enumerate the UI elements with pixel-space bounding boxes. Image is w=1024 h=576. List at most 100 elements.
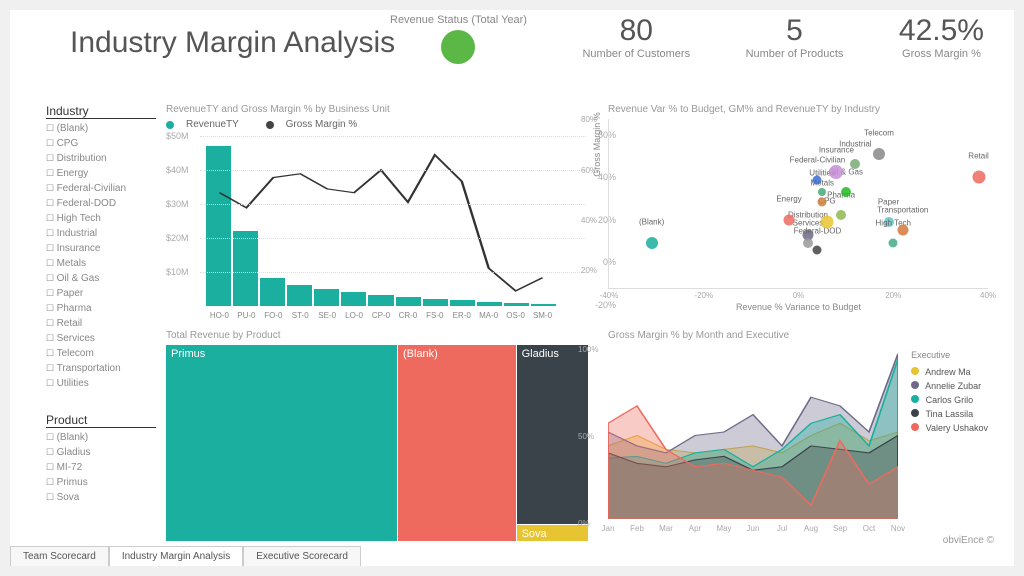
combo-x-label: FS-0 xyxy=(421,311,448,320)
scatter-point[interactable] xyxy=(873,148,885,160)
scatter-label: Retail xyxy=(968,151,988,160)
slicer-panel: Industry (Blank)CPGDistributionEnergyFed… xyxy=(46,104,156,505)
scatter-point[interactable] xyxy=(841,187,851,197)
scatter-label: (Blank) xyxy=(639,217,664,226)
slicer-industry-item[interactable]: Oil & Gas xyxy=(46,271,156,286)
combo-x-label: HO-0 xyxy=(206,311,233,320)
slicer-industry-item[interactable]: Services xyxy=(46,331,156,346)
area-legend-item[interactable]: Andrew Ma xyxy=(911,365,988,379)
scatter-point[interactable] xyxy=(972,171,985,184)
kpi-customers-value: 80 xyxy=(582,14,690,48)
slicer-industry[interactable]: Industry (Blank)CPGDistributionEnergyFed… xyxy=(46,104,156,391)
slicer-product-item[interactable]: Primus xyxy=(46,475,156,490)
slicer-industry-item[interactable]: Federal-DOD xyxy=(46,196,156,211)
slicer-product-item[interactable]: Gladius xyxy=(46,445,156,460)
status-indicator-icon xyxy=(441,30,475,64)
area-chart[interactable]: Gross Margin % by Month and Executive 10… xyxy=(608,330,988,540)
area-chart-title: Gross Margin % by Month and Executive xyxy=(608,330,988,341)
combo-x-label: LO-0 xyxy=(341,311,368,320)
combo-x-label: CR-0 xyxy=(394,311,421,320)
combo-x-label: ER-0 xyxy=(448,311,475,320)
slicer-product-item[interactable]: (Blank) xyxy=(46,430,156,445)
scatter-chart[interactable]: Revenue Var % to Budget, GM% and Revenue… xyxy=(608,104,988,314)
report-tab[interactable]: Industry Margin Analysis xyxy=(109,546,243,566)
report-canvas: Industry Margin Analysis Revenue Status … xyxy=(10,10,1014,566)
scatter-chart-title: Revenue Var % to Budget, GM% and Revenue… xyxy=(608,104,988,115)
page-title: Industry Margin Analysis xyxy=(70,26,395,60)
scatter-point[interactable] xyxy=(646,237,658,249)
slicer-product[interactable]: Product (Blank)GladiusMI-72PrimusSova xyxy=(46,413,156,505)
scatter-label: Federal-Civilian xyxy=(790,156,846,165)
combo-x-label: ST-0 xyxy=(287,311,314,320)
scatter-point[interactable] xyxy=(784,214,795,225)
kpi-products[interactable]: 5 Number of Products xyxy=(746,14,844,64)
kpi-status-label: Revenue Status (Total Year) xyxy=(390,14,527,26)
area-legend-item[interactable]: Valery Ushakov xyxy=(911,421,988,435)
kpi-customers-label: Number of Customers xyxy=(582,48,690,60)
combo-x-label: PU-0 xyxy=(233,311,260,320)
slicer-industry-item[interactable]: Energy xyxy=(46,166,156,181)
slicer-industry-item[interactable]: Industrial xyxy=(46,226,156,241)
slicer-industry-item[interactable]: CPG xyxy=(46,136,156,151)
scatter-point[interactable] xyxy=(850,159,860,169)
slicer-industry-item[interactable]: Distribution xyxy=(46,151,156,166)
scatter-point[interactable] xyxy=(829,165,843,179)
copyright: obviEnce © xyxy=(943,535,994,546)
kpi-margin-label: Gross Margin % xyxy=(899,48,984,60)
slicer-industry-item[interactable]: Pharma xyxy=(46,301,156,316)
slicer-industry-item[interactable]: (Blank) xyxy=(46,121,156,136)
kpi-margin-value: 42.5% xyxy=(899,14,984,48)
slicer-industry-item[interactable]: Paper xyxy=(46,286,156,301)
scatter-point[interactable] xyxy=(836,210,846,220)
slicer-product-item[interactable]: MI-72 xyxy=(46,460,156,475)
scatter-point[interactable] xyxy=(897,225,908,236)
slicer-industry-item[interactable]: Federal-Civilian xyxy=(46,181,156,196)
slicer-industry-item[interactable]: High Tech xyxy=(46,211,156,226)
scatter-label: Transportation xyxy=(877,205,928,214)
report-tab[interactable]: Team Scorecard xyxy=(10,546,109,566)
report-tab[interactable]: Executive Scorecard xyxy=(243,546,361,566)
slicer-industry-title: Industry xyxy=(46,104,156,119)
slicer-industry-item[interactable]: Metals xyxy=(46,256,156,271)
scatter-label: Federal-DOD xyxy=(794,226,842,235)
area-legend-item[interactable]: Annelie Zubar xyxy=(911,379,988,393)
scatter-point[interactable] xyxy=(813,246,822,255)
kpi-status[interactable]: Revenue Status (Total Year) xyxy=(390,14,527,64)
scatter-point[interactable] xyxy=(803,238,813,248)
scatter-point[interactable] xyxy=(818,198,827,207)
treemap-cell[interactable]: Primus xyxy=(166,345,397,541)
slicer-industry-item[interactable]: Utilities xyxy=(46,376,156,391)
scatter-point[interactable] xyxy=(818,188,826,196)
scatter-label: Telecom xyxy=(864,129,894,138)
combo-x-label: OS-0 xyxy=(502,311,529,320)
slicer-industry-item[interactable]: Telecom xyxy=(46,346,156,361)
combo-x-label: SE-0 xyxy=(314,311,341,320)
kpi-margin[interactable]: 42.5% Gross Margin % xyxy=(899,14,984,64)
slicer-product-item[interactable]: Sova xyxy=(46,490,156,505)
slicer-industry-item[interactable]: Transportation xyxy=(46,361,156,376)
treemap-title: Total Revenue by Product xyxy=(166,330,586,341)
area-legend-item[interactable]: Carlos Grilo xyxy=(911,393,988,407)
scatter-point[interactable] xyxy=(889,238,898,247)
scatter-point[interactable] xyxy=(813,175,822,184)
combo-legend: RevenueTY Gross Margin % xyxy=(166,119,586,132)
treemap-cell[interactable]: (Blank) xyxy=(398,345,516,541)
combo-x-label: MA-0 xyxy=(475,311,502,320)
area-legend-title: Executive xyxy=(911,348,988,362)
area-legend: Executive Andrew Ma Annelie Zubar Carlos… xyxy=(911,348,988,435)
scatter-point[interactable] xyxy=(820,216,833,229)
combo-chart[interactable]: RevenueTY and Gross Margin % by Business… xyxy=(166,104,586,324)
slicer-industry-item[interactable]: Retail xyxy=(46,316,156,331)
scatter-label: Energy xyxy=(776,195,801,204)
kpi-customers[interactable]: 80 Number of Customers xyxy=(582,14,690,64)
area-legend-item[interactable]: Tina Lassila xyxy=(911,407,988,421)
slicer-industry-item[interactable]: Insurance xyxy=(46,241,156,256)
kpi-products-value: 5 xyxy=(746,14,844,48)
combo-line-legend: Gross Margin % xyxy=(286,119,358,130)
report-tabs: Team ScorecardIndustry Margin AnalysisEx… xyxy=(10,546,361,566)
combo-chart-title: RevenueTY and Gross Margin % by Business… xyxy=(166,104,586,115)
treemap-chart[interactable]: Total Revenue by Product PrimusGladius(B… xyxy=(166,330,586,540)
combo-x-label: CP-0 xyxy=(368,311,395,320)
slicer-product-title: Product xyxy=(46,413,156,428)
combo-x-label: SM-0 xyxy=(529,311,556,320)
